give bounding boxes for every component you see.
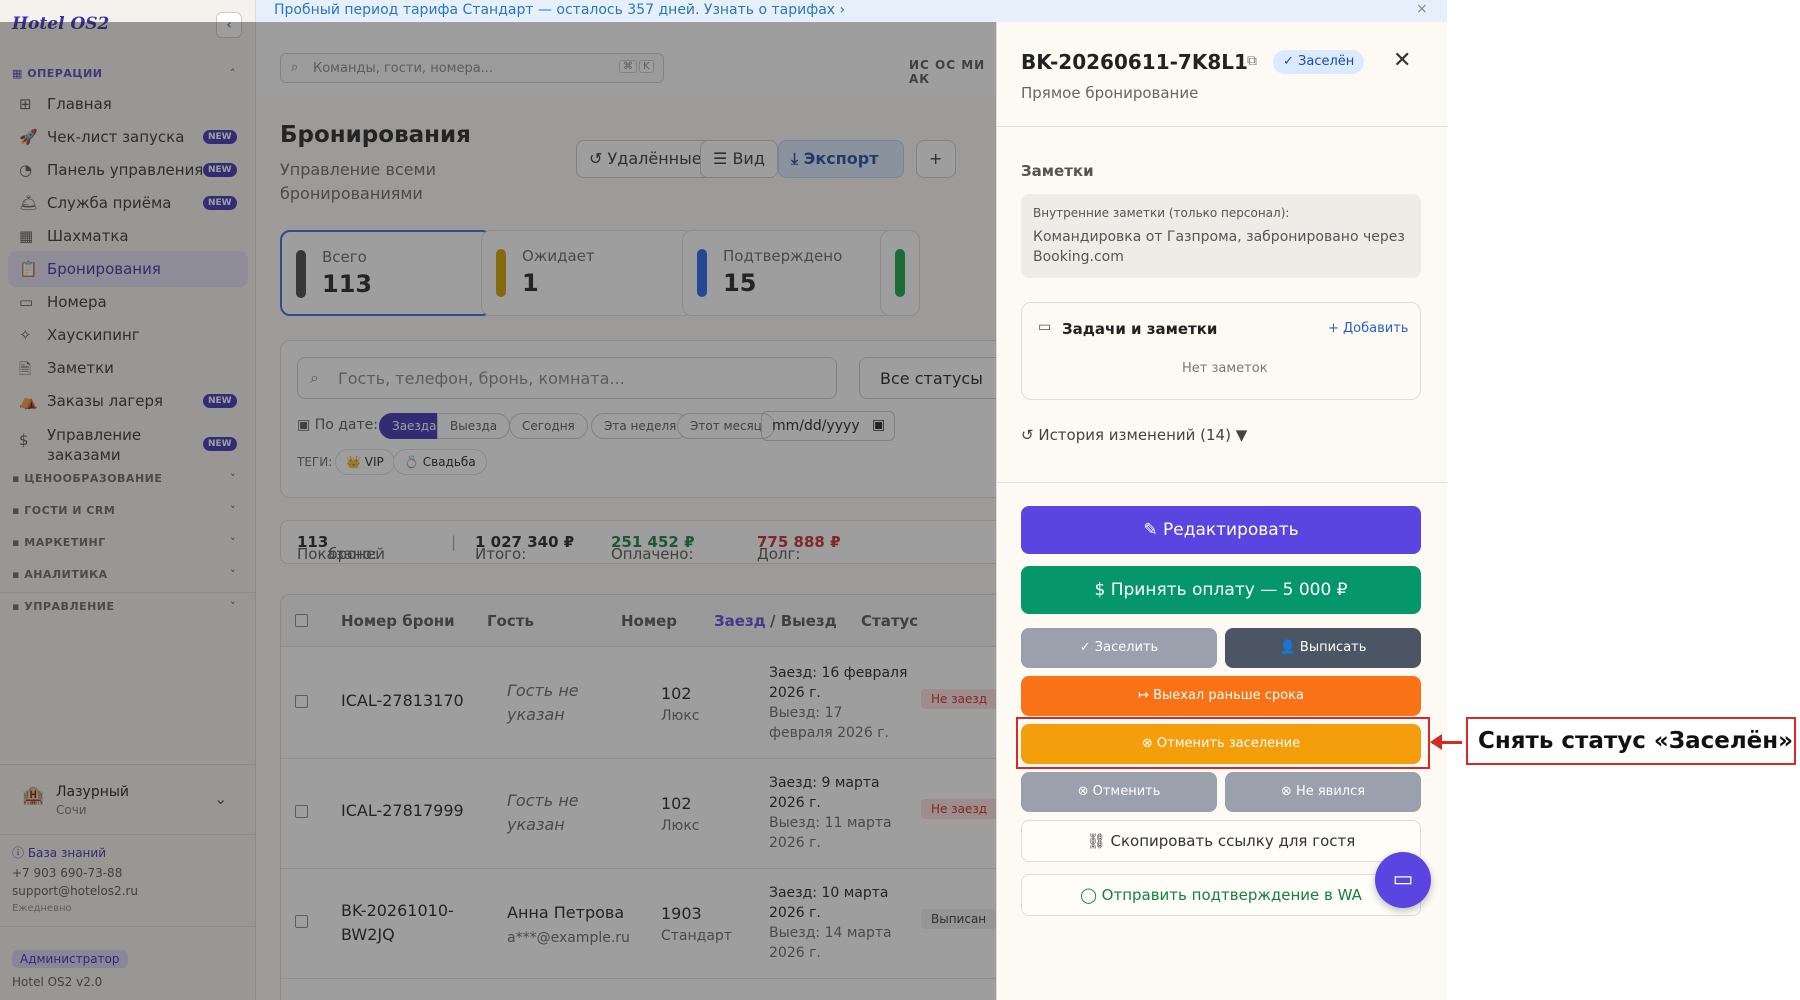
history-text: История изменений (14) ▼ [1038,426,1248,444]
tasks-card: ▭ Задачи и заметки + Добавить Нет замето… [1021,302,1421,400]
comment-icon: ▭ [1038,319,1052,335]
noshow-label: Не явился [1295,784,1366,799]
annotation-highlight-box [1016,717,1430,769]
check-out-button[interactable]: 👤 Выписать [1225,628,1421,668]
add-task-button[interactable]: + Добавить [1328,321,1408,336]
user-icon: 👤 [1279,640,1300,655]
trial-banner: Пробный период тарифа Стандарт — осталос… [256,0,1447,22]
tasks-empty: Нет заметок [1182,361,1268,376]
chat-button[interactable]: ▭ [1375,852,1431,908]
app-root: Hotel OS2 ‹ ▦ ОПЕРАЦИИ ˄ ⊞ Главная 🚀 Чек-ли… [0,0,1447,1000]
annotation-callout: Снять статус «Заселён» [1466,717,1796,765]
modal-overlay[interactable] [256,22,996,1000]
copy-link-label: Скопировать ссылку для гостя [1110,832,1356,850]
annotation-arrow-head [1430,734,1442,750]
trial-banner-text[interactable]: Пробный период тарифа Стандарт — осталос… [274,2,845,18]
copy-guest-link-button[interactable]: ⛓ Скопировать ссылку для гостя [1021,820,1421,862]
booking-detail-panel: BK-20260611-7K8L1 ⧉ ✓ Заселён ✕ Прямое б… [996,22,1447,1000]
booking-source: Прямое бронирование [1021,84,1199,102]
history-icon: ↺ [1021,426,1039,444]
notes-label: Внутренние заметки (только персонал): [1033,206,1290,220]
early-departure-button[interactable]: ↦ Выехал раньше срока [1021,676,1421,716]
dollar-icon: $ [1094,580,1111,600]
checkout-label: Выписать [1299,640,1367,655]
change-history-toggle[interactable]: ↺ История изменений (14) ▼ [1021,426,1247,444]
early-label: Выехал раньше срока [1153,688,1304,703]
status-badge: ✓ Заселён [1273,50,1365,74]
edit-button[interactable]: ✎ Редактировать [1021,506,1421,554]
no-show-button[interactable]: ⊗ Не явился [1225,772,1421,812]
wa-label: Отправить подтверждение в WA [1101,886,1362,904]
checkin-label: Заселить [1094,640,1159,655]
divider [997,126,1447,127]
notes-text: Командировка от Газпрома, забронировано … [1033,229,1405,265]
modal-overlay-sidebar[interactable] [0,22,256,1000]
edit-icon: ✎ [1143,520,1163,540]
x-circle-icon: ⊗ [1280,784,1296,799]
check-in-button[interactable]: ✓ Заселить [1021,628,1217,668]
chat-icon: ▭ [1392,867,1414,892]
whatsapp-icon: ◯ [1080,886,1102,904]
close-panel-button[interactable]: ✕ [1393,48,1411,73]
internal-notes: Внутренние заметки (только персонал): Ко… [1021,194,1421,278]
close-icon: ✕ [1393,48,1412,73]
link-icon: ⛓ [1086,832,1111,850]
edit-label: Редактировать [1163,520,1299,540]
cancel-label: Отменить [1092,784,1161,799]
close-icon[interactable]: × [1416,1,1428,17]
pay-label: Принять оплату — 5 000 ₽ [1110,580,1348,600]
copy-icon[interactable]: ⧉ [1247,53,1257,69]
notes-heading: Заметки [1021,162,1094,180]
cancel-booking-button[interactable]: ⊗ Отменить [1021,772,1217,812]
exit-icon: ↦ [1138,688,1154,703]
check-circle-icon: ✓ [1283,54,1299,69]
accept-payment-button[interactable]: $ Принять оплату — 5 000 ₽ [1021,566,1421,614]
divider [997,482,1447,483]
tasks-heading: Задачи и заметки [1062,320,1218,338]
status-text: Заселён [1298,54,1355,69]
x-circle-icon: ⊗ [1077,784,1093,799]
send-wa-button[interactable]: ◯ Отправить подтверждение в WA [1021,874,1421,916]
booking-id: BK-20260611-7K8L1 [1021,50,1248,74]
check-circle-icon: ✓ [1079,640,1095,655]
